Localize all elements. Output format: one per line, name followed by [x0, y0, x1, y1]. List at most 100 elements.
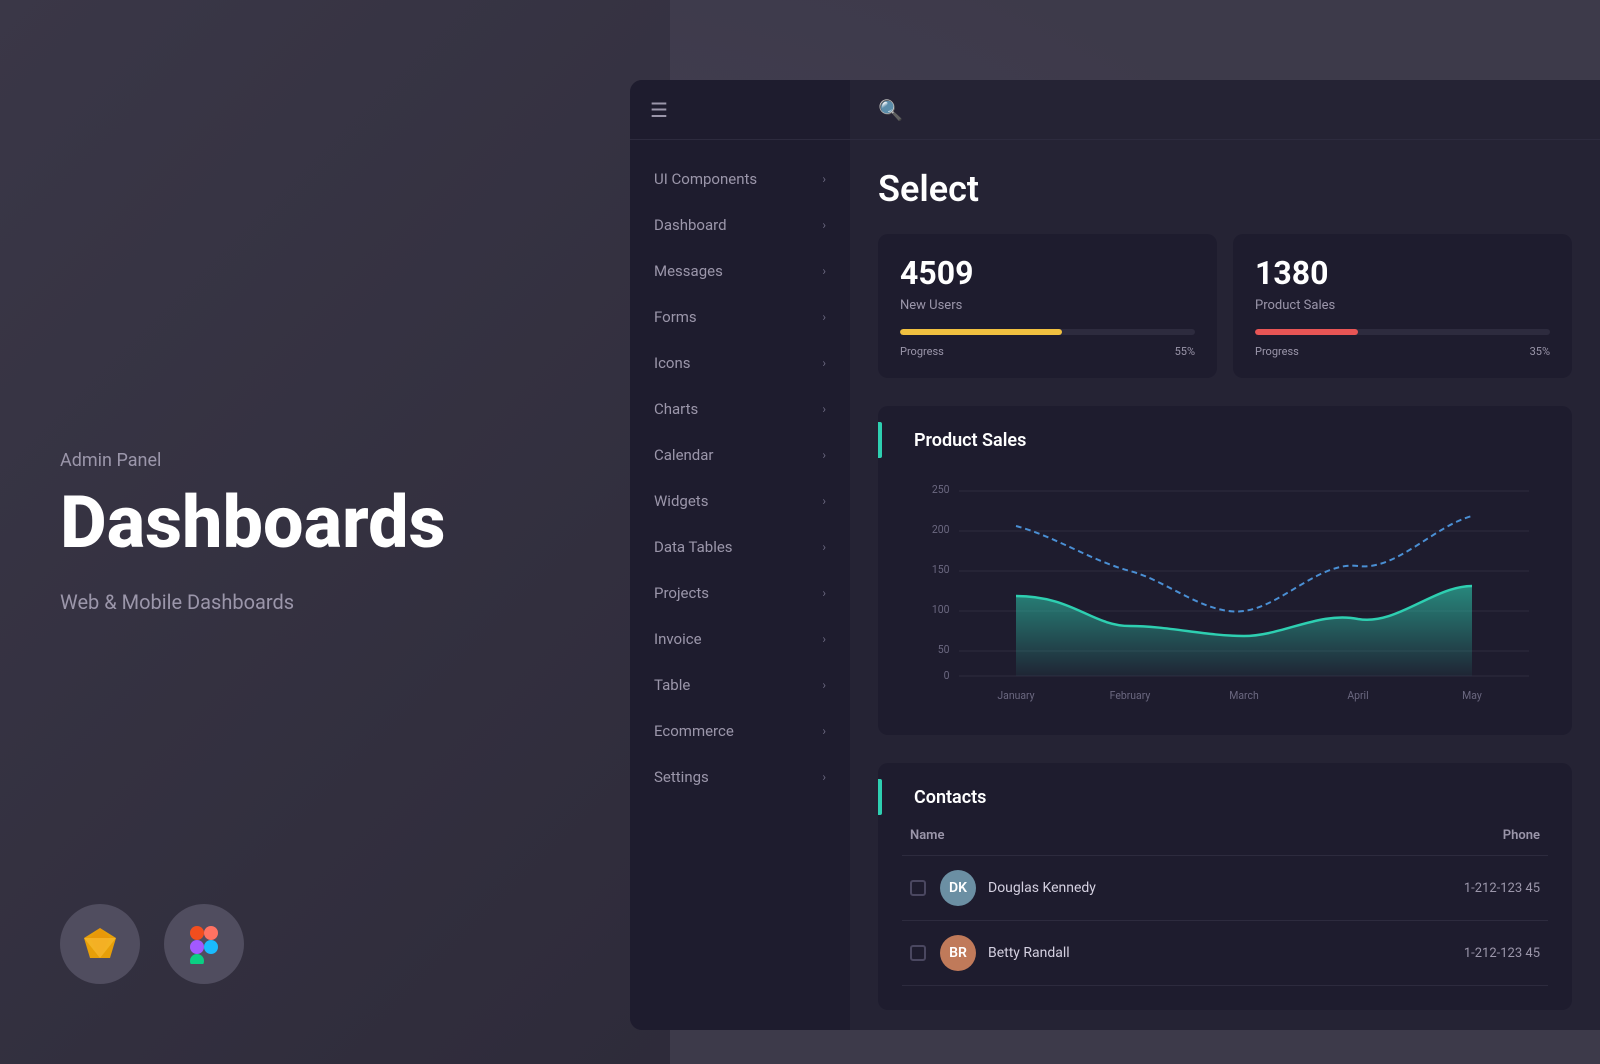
contacts-section: Contacts Name Phone DK Douglas Kennedy 1…: [878, 763, 1572, 1010]
sidebar-item-calendar[interactable]: Calendar ›: [630, 432, 850, 478]
sidebar-item-label: Icons: [654, 354, 691, 372]
contact-phone: 1-212-123 45: [1464, 946, 1540, 961]
contact-name: Douglas Kennedy: [988, 880, 1464, 896]
sidebar-item-invoice[interactable]: Invoice›: [630, 616, 850, 662]
chevron-icon: ›: [822, 632, 826, 646]
contact-row[interactable]: BR Betty Randall 1-212-123 45: [902, 921, 1548, 986]
dashboard-window: ☰ UI Components›Dashboard›Messages›Forms…: [630, 80, 1600, 1030]
progress-pct: 55%: [1175, 345, 1195, 358]
sidebar-item-label: Calendar: [654, 446, 714, 464]
chevron-icon: ›: [822, 218, 826, 232]
svg-text:100: 100: [932, 603, 950, 616]
svg-text:150: 150: [932, 563, 950, 576]
sketch-tool-icon[interactable]: [60, 904, 140, 984]
figma-tool-icon[interactable]: [164, 904, 244, 984]
contact-phone: 1-212-123 45: [1464, 881, 1540, 896]
svg-text:0: 0: [944, 669, 950, 682]
page-main-title: Dashboards: [60, 483, 610, 562]
progress-bar-container: [900, 329, 1195, 335]
sidebar: ☰ UI Components›Dashboard›Messages›Forms…: [630, 80, 850, 1030]
sidebar-item-table[interactable]: Table ›: [630, 662, 850, 708]
svg-text:May: May: [1462, 689, 1482, 702]
stat-label: New Users: [900, 298, 1195, 313]
main-content: 🔍 Select 4509 New Users Progress 55% 138…: [850, 80, 1600, 1030]
progress-row: Progress 35%: [1255, 345, 1550, 358]
sidebar-item-ui-components[interactable]: UI Components ›: [630, 156, 850, 202]
sidebar-item-charts[interactable]: Charts ›: [630, 386, 850, 432]
col-phone-header: Phone: [1503, 828, 1540, 843]
contact-checkbox[interactable]: [910, 880, 926, 896]
sidebar-item-label: Widgets: [654, 492, 708, 510]
sidebar-item-widgets[interactable]: Widgets ›: [630, 478, 850, 524]
chevron-icon: ›: [822, 770, 826, 784]
chevron-icon: ›: [822, 448, 826, 462]
nav-items: UI Components›Dashboard›Messages›Forms›I…: [630, 140, 850, 1030]
contacts-accent: [878, 779, 882, 815]
sidebar-item-label: Dashboard: [654, 216, 727, 234]
col-name-header: Name: [910, 828, 944, 843]
sidebar-item-label: Data Tables: [654, 538, 733, 556]
chart-accent: [878, 422, 882, 458]
chevron-icon: ›: [822, 310, 826, 324]
left-panel-top: Admin Panel Dashboards Web & Mobile Dash…: [60, 450, 610, 614]
stat-card-0: 4509 New Users Progress 55%: [878, 234, 1217, 378]
contact-checkbox[interactable]: [910, 945, 926, 961]
contact-name: Betty Randall: [988, 945, 1464, 961]
chevron-icon: ›: [822, 724, 826, 738]
sidebar-item-label: Ecommerce: [654, 722, 734, 740]
chevron-icon: ›: [822, 172, 826, 186]
hamburger-icon[interactable]: ☰: [650, 98, 668, 122]
sidebar-item-messages[interactable]: Messages ›: [630, 248, 850, 294]
chevron-icon: ›: [822, 356, 826, 370]
progress-pct: 35%: [1530, 345, 1550, 358]
stat-label: Product Sales: [1255, 298, 1550, 313]
sidebar-item-dashboard[interactable]: Dashboard ›: [630, 202, 850, 248]
progress-label: Progress: [900, 345, 944, 358]
main-header: 🔍: [850, 80, 1600, 140]
admin-label: Admin Panel: [60, 450, 610, 471]
sidebar-item-label: Table: [654, 676, 690, 694]
chevron-icon: ›: [822, 678, 826, 692]
svg-text:250: 250: [932, 483, 950, 496]
chevron-icon: ›: [822, 540, 826, 554]
chevron-icon: ›: [822, 494, 826, 508]
sidebar-item-ecommerce[interactable]: Ecommerce ›: [630, 708, 850, 754]
contacts-table-header: Name Phone: [902, 828, 1548, 856]
product-sales-chart: 0 50 100 150 200 250 January February Ma…: [902, 471, 1548, 711]
sidebar-item-label: Charts: [654, 400, 698, 418]
progress-label: Progress: [1255, 345, 1299, 358]
sidebar-item-settings[interactable]: Settings ›: [630, 754, 850, 800]
svg-text:200: 200: [932, 523, 950, 536]
contacts-list: DK Douglas Kennedy 1-212-123 45 BR Betty…: [902, 856, 1548, 986]
sidebar-item-data-tables[interactable]: Data Tables ›: [630, 524, 850, 570]
sidebar-item-label: Settings: [654, 768, 709, 786]
sidebar-item-projects[interactable]: Projects›: [630, 570, 850, 616]
svg-text:February: February: [1110, 689, 1151, 702]
sidebar-item-label: UI Components: [654, 170, 757, 188]
search-icon[interactable]: 🔍: [878, 98, 903, 122]
sidebar-header: ☰: [630, 80, 850, 140]
stat-number: 1380: [1255, 254, 1550, 292]
left-panel: Admin Panel Dashboards Web & Mobile Dash…: [0, 0, 670, 1064]
progress-bar-fill: [900, 329, 1062, 335]
chart-title: Product Sales: [902, 430, 1548, 451]
chart-wrapper: 0 50 100 150 200 250 January February Ma…: [902, 471, 1548, 711]
contacts-title: Contacts: [902, 787, 1548, 808]
stat-number: 4509: [900, 254, 1195, 292]
chevron-icon: ›: [822, 586, 826, 600]
svg-text:April: April: [1347, 689, 1368, 702]
svg-text:January: January: [997, 689, 1034, 702]
progress-bar-fill: [1255, 329, 1358, 335]
chart-section: Product Sales 0 50 100 150: [878, 406, 1572, 735]
tool-icons-row: [60, 904, 244, 984]
chevron-icon: ›: [822, 402, 826, 416]
stat-card-1: 1380 Product Sales Progress 35%: [1233, 234, 1572, 378]
progress-row: Progress 55%: [900, 345, 1195, 358]
sidebar-item-icons[interactable]: Icons ›: [630, 340, 850, 386]
contact-row[interactable]: DK Douglas Kennedy 1-212-123 45: [902, 856, 1548, 921]
sidebar-item-forms[interactable]: Forms›: [630, 294, 850, 340]
svg-text:50: 50: [938, 643, 950, 656]
chevron-icon: ›: [822, 264, 826, 278]
page-subtitle: Web & Mobile Dashboards: [60, 590, 610, 614]
sidebar-item-label: Messages: [654, 262, 723, 280]
